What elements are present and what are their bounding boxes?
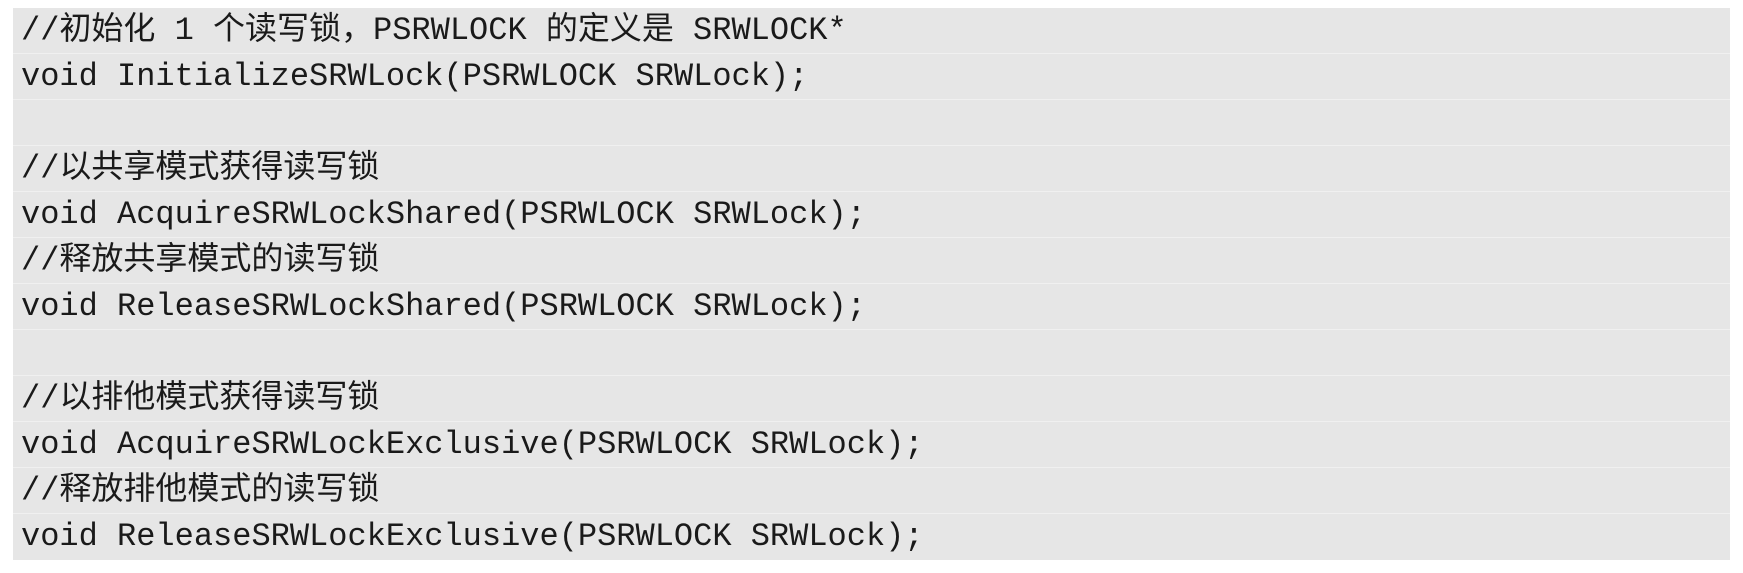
comment-acquire-exclusive: //以排他模式获得读写锁 xyxy=(13,376,1730,422)
code-initialize-srwlock: void InitializeSRWLock(PSRWLOCK SRWLock)… xyxy=(13,54,1730,100)
comment-initialize: //初始化 1 个读写锁，PSRWLOCK 的定义是 SRWLOCK* xyxy=(13,8,1730,54)
comment-release-exclusive: //释放排他模式的读写锁 xyxy=(13,468,1730,514)
blank-line xyxy=(13,330,1730,376)
code-acquire-exclusive: void AcquireSRWLockExclusive(PSRWLOCK SR… xyxy=(13,422,1730,468)
code-block: //初始化 1 个读写锁，PSRWLOCK 的定义是 SRWLOCK* void… xyxy=(13,8,1730,560)
blank-line xyxy=(13,100,1730,146)
code-release-exclusive: void ReleaseSRWLockExclusive(PSRWLOCK SR… xyxy=(21,518,924,555)
comment-release-shared: //释放共享模式的读写锁 xyxy=(13,238,1730,284)
code-release-shared: void ReleaseSRWLockShared(PSRWLOCK SRWLo… xyxy=(13,284,1730,330)
comment-acquire-shared: //以共享模式获得读写锁 xyxy=(13,146,1730,192)
code-acquire-shared: void AcquireSRWLockShared(PSRWLOCK SRWLo… xyxy=(13,192,1730,238)
